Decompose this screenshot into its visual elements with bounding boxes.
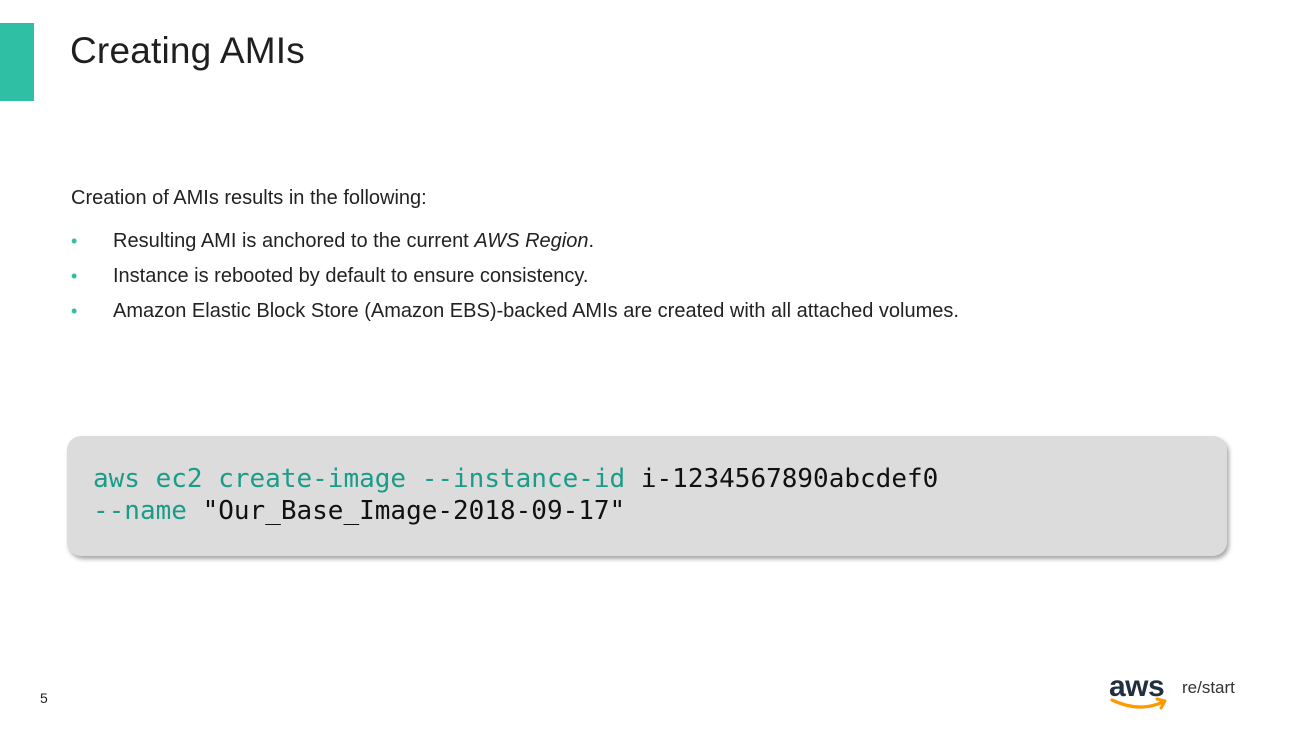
bullet-text-start: Resulting AMI is anchored to the current	[113, 230, 475, 252]
code-command: aws ec2 create-image --instance-id	[93, 464, 626, 494]
bullet-icon: •	[71, 266, 78, 286]
bullet-text-emphasis: AWS Region	[474, 230, 589, 252]
code-text: aws ec2 create-image --instance-id i-123…	[93, 463, 938, 527]
intro-text: Creation of AMIs results in the followin…	[71, 187, 427, 209]
bullet-icon: •	[71, 301, 78, 321]
slide: Creating AMIs Creation of AMIs results i…	[0, 0, 1312, 733]
restart-logo-text: re/start	[1182, 678, 1235, 697]
bullet-icon: •	[71, 231, 78, 251]
bullet-text: Instance is rebooted by default to ensur…	[113, 265, 589, 287]
aws-smile-icon	[1110, 697, 1167, 710]
bullet-text-end: .	[588, 230, 595, 252]
bullet-list: • Resulting AMI is anchored to the curre…	[71, 224, 959, 329]
code-value: i-1234567890abcdef0	[625, 464, 939, 494]
bullet-text: Amazon Elastic Block Store (Amazon EBS)-…	[113, 300, 959, 322]
code-option: --name	[93, 496, 187, 526]
bullet-item: • Amazon Elastic Block Store (Amazon EBS…	[71, 294, 959, 329]
bullet-item: • Instance is rebooted by default to ens…	[71, 259, 959, 294]
code-block: aws ec2 create-image --instance-id i-123…	[67, 436, 1227, 556]
page-number: 5	[40, 690, 48, 706]
code-value: "Our_Base_Image-2018-09-17"	[186, 496, 626, 526]
title-accent-bar	[0, 23, 34, 101]
slide-title: Creating AMIs	[70, 30, 305, 71]
bullet-item: • Resulting AMI is anchored to the curre…	[71, 224, 959, 259]
aws-restart-logo: aws re/start	[1109, 670, 1259, 720]
